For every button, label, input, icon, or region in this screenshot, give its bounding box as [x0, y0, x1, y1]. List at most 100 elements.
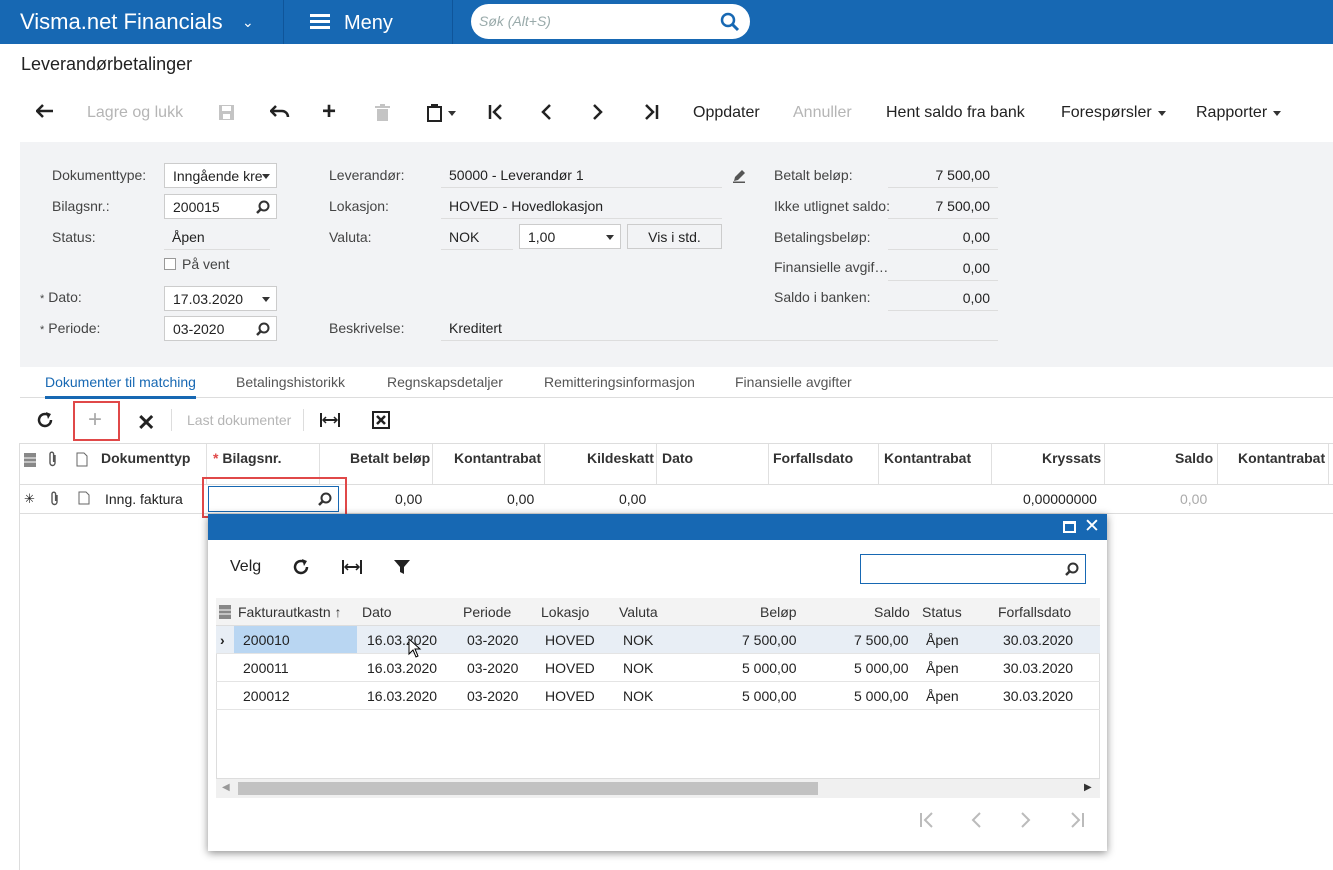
table-row[interactable]: 200011 16.03.2020 03-2020 HOVED NOK 5 00…: [216, 654, 1100, 682]
checkbox-icon[interactable]: [164, 258, 176, 270]
on-hold-checkbox[interactable]: På vent: [164, 256, 229, 272]
col-due-date[interactable]: Forfallsdato: [998, 604, 1071, 620]
voucher-cell-input[interactable]: [208, 486, 339, 512]
first-page-icon[interactable]: [919, 812, 935, 833]
back-icon[interactable]: [36, 104, 54, 118]
global-search-input[interactable]: Søk (Alt+S): [471, 4, 750, 39]
caret-down-icon: [606, 235, 614, 240]
scrollbar-thumb[interactable]: [238, 782, 818, 795]
col-cash-discount-3[interactable]: Kontantrabat: [1238, 450, 1325, 466]
reports-menu[interactable]: Rapporter: [1196, 104, 1282, 122]
scroll-left-icon[interactable]: ◀: [222, 782, 230, 793]
fit-columns-icon[interactable]: [320, 412, 340, 431]
cell-invoice: 200011: [243, 660, 289, 676]
payment-amount-value: 0,00: [888, 225, 998, 250]
row-selector-icon[interactable]: [23, 452, 37, 471]
tab-accounting-details[interactable]: Regnskapsdetaljer: [387, 374, 503, 390]
col-withholding[interactable]: Kildeskatt: [587, 450, 654, 466]
load-documents-button[interactable]: Last dokumenter: [187, 412, 291, 428]
cell-balance: 7 500,00: [854, 632, 909, 648]
fin-fees-label: Finansielle avgif…: [774, 259, 889, 275]
prev-page-icon[interactable]: [970, 812, 982, 833]
location-value[interactable]: HOVED - Hovedlokasjon: [441, 194, 722, 219]
select-button[interactable]: Velg: [230, 558, 261, 576]
undo-icon[interactable]: [270, 104, 290, 120]
search-icon[interactable]: [256, 322, 270, 336]
col-divider: [991, 444, 992, 484]
tab-payment-history[interactable]: Betalingshistorikk: [236, 374, 345, 390]
last-record-icon[interactable]: [643, 104, 659, 120]
next-record-icon[interactable]: [592, 104, 604, 120]
lookup-search-input[interactable]: [860, 554, 1086, 584]
search-icon[interactable]: [256, 200, 270, 214]
col-date[interactable]: Dato: [362, 604, 392, 620]
hamburger-icon[interactable]: [310, 14, 330, 29]
col-voucher[interactable]: * Bilagsnr.: [213, 450, 281, 466]
date-input[interactable]: 17.03.2020: [164, 286, 277, 311]
col-location[interactable]: Lokasjo: [541, 604, 589, 620]
search-icon[interactable]: [720, 12, 740, 32]
add-row-button[interactable]: +: [73, 401, 120, 441]
search-icon[interactable]: [1065, 562, 1079, 576]
close-icon[interactable]: ✕: [1084, 515, 1100, 538]
description-input[interactable]: Kreditert: [441, 316, 998, 341]
rate-select[interactable]: 1,00: [519, 224, 621, 249]
col-balance[interactable]: Saldo: [1175, 450, 1213, 466]
col-cash-discount-2[interactable]: Kontantrabat: [884, 450, 971, 466]
fit-columns-icon[interactable]: [342, 559, 362, 578]
scroll-right-icon[interactable]: ▶: [1084, 782, 1092, 793]
table-row[interactable]: 200012 16.03.2020 03-2020 HOVED NOK 5 00…: [216, 682, 1100, 710]
table-row[interactable]: › 200010 16.03.2020 03-2020 HOVED NOK 7 …: [216, 626, 1100, 654]
col-balance[interactable]: Saldo: [874, 604, 910, 620]
col-cash-discount[interactable]: Kontantrabat: [454, 450, 541, 466]
refresh-button[interactable]: Oppdater: [693, 104, 760, 122]
cancel-button[interactable]: Annuller: [793, 104, 852, 122]
attachment-icon[interactable]: [50, 491, 60, 509]
filter-icon[interactable]: [393, 559, 411, 578]
refresh-icon[interactable]: [36, 411, 54, 432]
col-doc-type[interactable]: Dokumenttyp: [101, 450, 190, 466]
view-std-button[interactable]: Vis i std.: [627, 224, 722, 249]
inquiries-menu[interactable]: Forespørsler: [1061, 104, 1166, 122]
supplier-value[interactable]: 50000 - Leverandør 1: [441, 163, 722, 188]
menu-label[interactable]: Meny: [344, 12, 393, 35]
maximize-icon[interactable]: [1063, 521, 1076, 533]
col-currency[interactable]: Valuta: [619, 604, 658, 620]
horizontal-scrollbar[interactable]: ◀ ▶: [216, 778, 1100, 798]
edit-pencil-icon[interactable]: [732, 169, 746, 186]
col-cross-rate[interactable]: Kryssats: [1042, 450, 1101, 466]
search-icon[interactable]: [318, 492, 332, 506]
doc-type-select[interactable]: Inngående kre: [164, 163, 277, 188]
chevron-down-icon[interactable]: ⌄: [242, 14, 254, 31]
add-icon[interactable]: +: [322, 98, 336, 126]
note-icon[interactable]: [78, 491, 90, 508]
col-status[interactable]: Status: [922, 604, 962, 620]
first-record-icon[interactable]: [488, 104, 504, 120]
col-invoice-draft[interactable]: Fakturautkastn ↑: [238, 604, 342, 620]
col-paid-amount[interactable]: Betalt beløp: [350, 450, 430, 466]
voucher-input[interactable]: 200015: [164, 194, 277, 219]
save-close-button[interactable]: Lagre og lukk: [87, 104, 183, 122]
tab-financial-fees[interactable]: Finansielle avgifter: [735, 374, 852, 390]
export-excel-icon[interactable]: [372, 411, 390, 432]
row-selector-icon[interactable]: [218, 604, 232, 623]
refresh-icon[interactable]: [292, 558, 310, 579]
col-due-date[interactable]: Forfallsdato: [773, 450, 853, 466]
col-divider: [768, 444, 769, 484]
col-period[interactable]: Periode: [463, 604, 511, 620]
delete-row-icon[interactable]: ✕: [137, 410, 155, 436]
delete-icon[interactable]: [375, 104, 390, 121]
tab-remittance-info[interactable]: Remitteringsinformasjon: [544, 374, 695, 390]
col-date[interactable]: Dato: [662, 450, 693, 466]
status-label: Status:: [52, 229, 96, 245]
clipboard-icon[interactable]: [427, 104, 456, 122]
col-amount[interactable]: Beløp: [760, 604, 797, 620]
tab-documents-matching[interactable]: Dokumenter til matching: [45, 374, 196, 399]
previous-record-icon[interactable]: [540, 104, 552, 120]
last-page-icon[interactable]: [1069, 812, 1085, 833]
next-page-icon[interactable]: [1020, 812, 1032, 833]
period-input[interactable]: 03-2020: [164, 316, 277, 341]
app-brand[interactable]: Visma.net Financials: [20, 9, 223, 35]
save-icon[interactable]: [218, 104, 235, 121]
fetch-bank-balance-button[interactable]: Hent saldo fra bank: [886, 104, 1025, 122]
